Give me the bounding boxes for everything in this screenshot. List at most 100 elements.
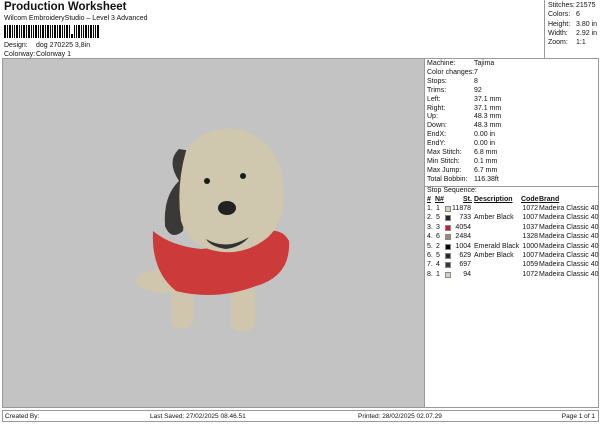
barcode-bar [45,25,46,38]
summary-box: Stitches: 21575 Colors: 6 Height: 3.80 in Widt… [544,0,600,58]
barcode-bar [33,25,34,38]
created-by: Created By: [5,413,40,420]
design-preview [2,58,425,408]
stop-index: 3. [427,223,433,231]
stop-row: 7. 4 697 1059 Madeira Classic 40 [425,261,599,270]
thread-code: 1072 [522,270,538,278]
barcode-bar [93,25,94,38]
column-header: Description [474,196,513,203]
summary-value: 3.80 in [576,20,598,28]
needle-number: 3 [436,223,440,231]
last-saved: Last Saved: 27/02/2025 08.46.51 [150,413,246,420]
stitch-count: 2484 [455,233,471,241]
barcode-bar [52,25,53,38]
column-header: Brand [539,196,560,203]
barcode-bar [26,25,27,38]
barcode-bar [9,25,11,38]
info-value: 7 [474,68,478,76]
info-value: 37.1 mm [474,104,502,112]
summary-row: Zoom: 1:1 [548,39,586,46]
barcode-bar [69,25,70,38]
page-number: Page 1 of 1 [561,413,595,420]
barcode-bar [7,25,8,38]
info-row: Right: 37.1 mm [427,105,501,112]
info-row: Total Bobbin: 116.38ft [427,175,499,183]
summary-value: 21575 [576,2,596,9]
barcode-bar [76,25,77,38]
barcode-bar [78,25,80,38]
thread-brand: Madeira Classic 40 [539,261,599,269]
stitch-count: 11878 [452,205,471,212]
thread-code: 1072 [522,205,538,212]
info-row: Down: 48.3 mm [427,122,501,129]
info-label: Color changes: [427,68,475,76]
color-swatch [445,206,451,212]
thread-brand: Madeira Classic 40 [539,270,599,278]
summary-label: Stitches: [548,2,575,9]
barcode-bar [95,25,96,38]
summary-label: Colors: [548,11,571,19]
thread-description: Amber Black [474,252,514,259]
info-value: 37.1 mm [474,95,502,103]
info-label: Max Jump: [427,166,462,174]
barcode-bar [47,25,49,38]
color-swatch [445,234,451,241]
barcode-bar [14,25,15,38]
software-name: Wilcom EmbroideryStudio – Level 3 Advanc… [4,15,148,22]
thread-code: 1007 [522,252,538,259]
summary-row: Width: 2.92 in [548,29,597,37]
barcode-bar [97,25,99,38]
info-row: Max Jump: 6.7 mm [427,166,497,174]
stop-row: 3. 3 4054 1037 Madeira Classic 40 [425,224,599,233]
stop-index: 2. [427,214,433,222]
info-label: Min Stitch: [427,157,460,165]
stop-index: 7. [427,261,433,269]
info-row: Left: 37.1 mm [427,95,501,103]
info-row: Machine: Tajima [427,60,494,67]
stitch-count: 733 [459,214,471,222]
column-header: St. [463,196,472,203]
barcode-bar [12,25,13,38]
info-value: 6.7 mm [474,166,498,174]
needle-number: 6 [436,233,440,241]
summary-label: Width: [548,29,568,37]
color-swatch [445,262,451,269]
info-value: Tajima [474,60,495,67]
stop-row: 1. 1 11878 1072 Madeira Classic 40 [425,205,599,214]
thread-code: 1328 [522,233,538,241]
barcode-bar [90,25,92,38]
footer: Created By: Last Saved: 27/02/2025 08.46… [2,410,599,422]
summary-value: 6 [576,11,580,19]
info-value: 48.3 mm [474,122,502,130]
barcode [4,25,132,38]
barcode-bar [50,25,51,38]
barcode-bar [31,25,32,38]
stop-row: 2. 5 733 Amber Black 1007 Madeira Classi… [425,214,599,223]
info-value: 48.3 mm [474,113,502,121]
info-label: Left: [427,95,441,103]
thread-description: Emerald Black [474,242,520,250]
info-panel: Machine: Tajima Color changes: 7 Stops: 8 Trim… [425,58,599,408]
info-row: Up: 48.3 mm [427,113,501,120]
info-label: EndY: [427,140,446,148]
info-row: Max Stitch: 6.8 mm [427,149,497,156]
thread-brand: Madeira Classic 40 [539,242,599,250]
barcode-bar [62,25,63,38]
barcode-bar [64,25,65,38]
info-row: EndX: 0.00 in [427,131,495,138]
barcode-bar [85,25,87,38]
stop-row: 4. 6 2484 1328 Madeira Classic 40 [425,233,599,242]
stop-index: 6. [427,252,433,259]
thread-brand: Madeira Classic 40 [539,223,599,231]
thread-brand: Madeira Classic 40 [539,233,599,241]
summary-row: Height: 3.80 in [548,21,597,28]
column-header: N# [435,196,444,203]
column-header: # [427,196,431,203]
info-label: Total Bobbin: [427,175,468,183]
stitch-count: 629 [459,252,471,259]
barcode-bar [19,25,20,38]
colorway-label: Colorway: [4,51,36,58]
info-value: 6.8 mm [474,149,498,156]
thread-brand: Madeira Classic 40 [539,252,599,259]
stop-row: 6. 5 629 Amber Black 1007 Madeira Classi… [425,252,599,261]
